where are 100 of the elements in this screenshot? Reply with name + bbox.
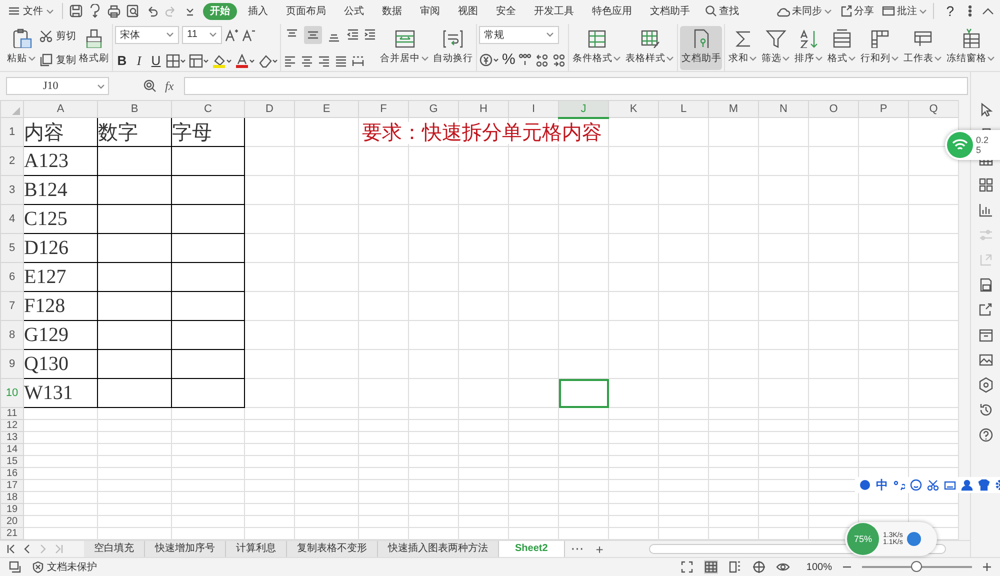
sliders-icon[interactable] bbox=[978, 227, 994, 243]
sheet-tab[interactable]: 空白填充 bbox=[84, 541, 145, 557]
scissors-icon[interactable] bbox=[927, 479, 939, 491]
row-header[interactable]: 2 bbox=[0, 146, 24, 176]
share-button[interactable]: 分享 bbox=[840, 4, 874, 18]
table-cell[interactable] bbox=[98, 378, 172, 408]
table-cell[interactable]: F128 bbox=[24, 292, 98, 320]
ribbon-tool-button[interactable]: 表格样式 bbox=[624, 26, 676, 70]
table-cell[interactable]: B124 bbox=[24, 176, 98, 204]
column-header[interactable]: H bbox=[458, 100, 508, 118]
row-header[interactable]: 18 bbox=[0, 492, 24, 504]
previous-sheet-icon[interactable] bbox=[22, 544, 32, 554]
row-header[interactable]: 5 bbox=[0, 234, 24, 262]
save-icon[interactable] bbox=[69, 4, 83, 18]
bold-button[interactable]: B bbox=[115, 53, 129, 68]
menu-tab[interactable]: 页面布局 bbox=[279, 2, 333, 20]
file-menu[interactable]: 文件 bbox=[6, 2, 56, 20]
underline-button[interactable]: U bbox=[149, 53, 163, 68]
normal-view-icon[interactable] bbox=[704, 560, 718, 574]
table-cell[interactable]: E127 bbox=[24, 262, 98, 292]
font-name-field[interactable]: 宋体 bbox=[115, 26, 179, 44]
ime-mode[interactable]: 中 bbox=[876, 476, 888, 494]
selected-cell[interactable] bbox=[558, 378, 608, 408]
punctuation-icon[interactable] bbox=[893, 479, 905, 491]
menu-tab[interactable]: 安全 bbox=[489, 2, 523, 20]
row-header[interactable]: 7 bbox=[0, 292, 24, 320]
menu-tab[interactable]: 插入 bbox=[241, 2, 275, 20]
formula-input[interactable] bbox=[184, 77, 968, 95]
table-cell[interactable]: 内容 bbox=[24, 118, 98, 146]
table-cell[interactable] bbox=[98, 320, 172, 350]
fullscreen-icon[interactable] bbox=[680, 560, 694, 574]
decrease-font-icon[interactable] bbox=[242, 28, 256, 42]
archive-icon[interactable] bbox=[978, 327, 994, 343]
column-header[interactable]: A bbox=[24, 100, 98, 118]
table-cell[interactable]: 数字 bbox=[98, 118, 172, 146]
column-header[interactable]: K bbox=[608, 100, 658, 118]
borders-icon[interactable] bbox=[166, 54, 186, 68]
table-cell[interactable]: G129 bbox=[24, 320, 98, 350]
table-cell[interactable]: A123 bbox=[24, 146, 98, 176]
more-sheets-button[interactable]: ⋯ bbox=[564, 541, 590, 557]
column-header[interactable]: P bbox=[858, 100, 908, 118]
sync-button[interactable]: 未同步 bbox=[776, 4, 832, 18]
user-icon[interactable] bbox=[961, 479, 973, 491]
decrease-decimal-icon[interactable] bbox=[552, 52, 566, 66]
sheet-tab[interactable]: 复制表格不变形 bbox=[287, 541, 378, 557]
row-header[interactable]: 3 bbox=[0, 176, 24, 204]
row-header[interactable]: 12 bbox=[0, 420, 24, 432]
align-right-icon[interactable] bbox=[317, 54, 331, 68]
table-cell[interactable]: Q130 bbox=[24, 350, 98, 378]
row-header[interactable]: 19 bbox=[0, 504, 24, 516]
sheet-settings-icon[interactable] bbox=[8, 560, 22, 574]
row-header[interactable]: 6 bbox=[0, 262, 24, 292]
sheet-tab[interactable]: 快速增加序号 bbox=[145, 541, 226, 557]
justify-icon[interactable] bbox=[334, 54, 348, 68]
table-cell[interactable]: 字母 bbox=[172, 118, 244, 146]
zoom-formula-icon[interactable] bbox=[143, 79, 157, 93]
wifi-toast[interactable]: 0.2 5 bbox=[945, 130, 1000, 160]
increase-decimal-icon[interactable] bbox=[535, 52, 550, 66]
table-cell[interactable] bbox=[172, 262, 244, 292]
zoom-slider-thumb[interactable] bbox=[910, 561, 922, 572]
ime-logo-icon[interactable] bbox=[859, 479, 871, 491]
thousands-separator-icon[interactable] bbox=[518, 52, 532, 66]
ribbon-tool-button[interactable]: 求和 bbox=[727, 26, 758, 70]
boost-button[interactable] bbox=[906, 532, 921, 546]
column-header[interactable]: M bbox=[708, 100, 758, 118]
row-header[interactable]: 16 bbox=[0, 468, 24, 480]
vertical-scrollbar[interactable] bbox=[958, 100, 970, 540]
sheet-tab[interactable]: 计算利息 bbox=[226, 541, 287, 557]
number-format-field[interactable]: 常规 bbox=[479, 26, 559, 44]
history-icon[interactable] bbox=[978, 402, 994, 418]
table-cell[interactable] bbox=[172, 234, 244, 262]
first-sheet-icon[interactable] bbox=[6, 544, 16, 554]
table-cell[interactable]: W131 bbox=[24, 378, 98, 408]
table-cell[interactable] bbox=[172, 378, 244, 408]
table-cell[interactable]: D126 bbox=[24, 234, 98, 262]
print-icon[interactable] bbox=[107, 4, 121, 18]
row-header[interactable]: 14 bbox=[0, 444, 24, 456]
menu-tab[interactable]: 审阅 bbox=[413, 2, 447, 20]
format-painter-button[interactable]: 格式刷 bbox=[78, 26, 110, 70]
row-header[interactable]: 15 bbox=[0, 456, 24, 468]
ribbon-tool-button[interactable]: 冻结窗格 bbox=[945, 26, 996, 70]
help-icon[interactable] bbox=[978, 427, 994, 443]
shirt-icon[interactable] bbox=[978, 479, 990, 491]
row-header[interactable]: 1 bbox=[0, 118, 24, 146]
align-left-icon[interactable] bbox=[283, 54, 297, 68]
column-header[interactable]: D bbox=[244, 100, 294, 118]
currency-icon[interactable] bbox=[479, 52, 499, 66]
chart-icon[interactable] bbox=[978, 202, 994, 218]
table-cell[interactable]: C125 bbox=[24, 204, 98, 234]
page-layout-icon[interactable] bbox=[752, 560, 766, 574]
column-header[interactable]: C bbox=[172, 100, 244, 118]
row-header[interactable]: 17 bbox=[0, 480, 24, 492]
wrap-text-button[interactable]: 自动换行 bbox=[432, 26, 474, 70]
menu-tab[interactable]: 文档助手 bbox=[643, 2, 697, 20]
table-cell[interactable] bbox=[172, 350, 244, 378]
comment-button[interactable]: 批注 bbox=[882, 4, 928, 18]
row-header[interactable]: 9 bbox=[0, 350, 24, 378]
row-header[interactable]: 11 bbox=[0, 408, 24, 420]
ribbon-tool-button[interactable]: 工作表 bbox=[902, 26, 944, 70]
ribbon-tool-button[interactable]: 文档助手 bbox=[680, 26, 722, 70]
